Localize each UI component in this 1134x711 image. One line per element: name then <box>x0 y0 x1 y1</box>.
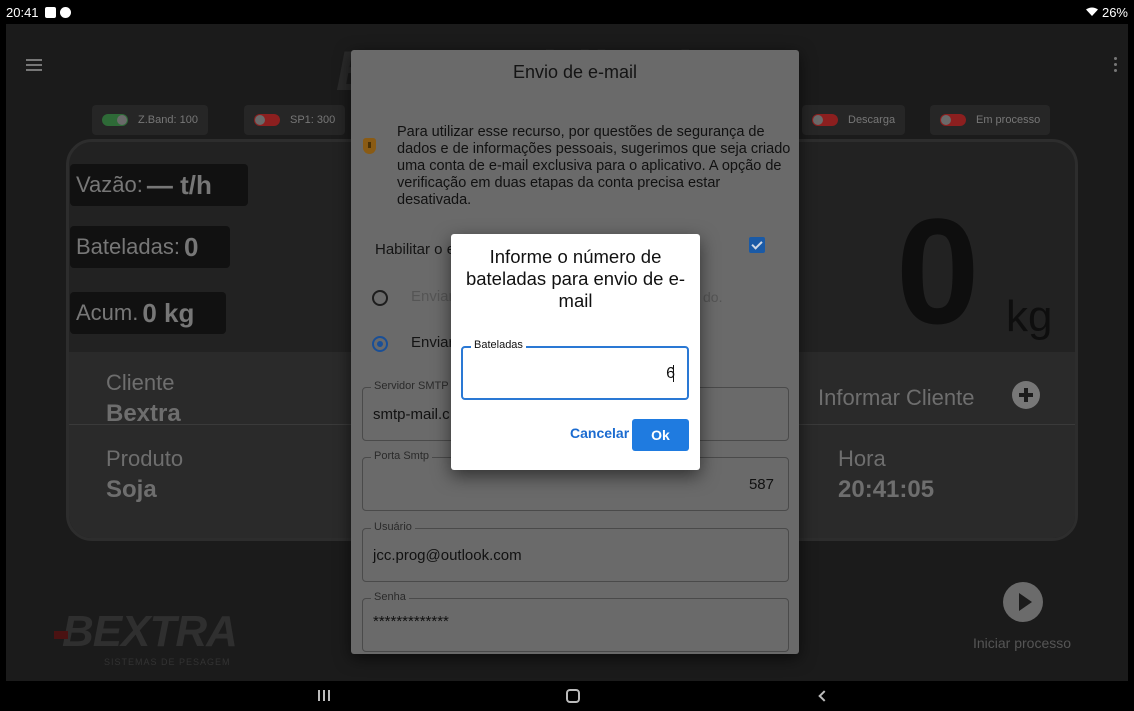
toggle-em-processo[interactable] <box>940 114 966 126</box>
chip-zband: Z.Band: 100 <box>92 105 208 135</box>
senha-field[interactable]: Senha ************* <box>362 591 789 652</box>
produto-label: Produto <box>106 446 184 471</box>
acum-display: Acum. 0 kg <box>70 292 226 334</box>
ok-button[interactable]: Ok <box>632 419 689 451</box>
app-notification-icon <box>59 6 71 18</box>
email-dialog-title: Envio de e-mail <box>512 62 638 82</box>
battery-level: 26% <box>1101 4 1128 20</box>
more-options-icon[interactable] <box>1114 57 1118 75</box>
radio-option-1-label: Enviar <box>411 288 454 305</box>
security-notice: Para utilizar esse recurso, por questões… <box>397 124 791 208</box>
chip-zband-label: Z.Band: 100 <box>138 114 198 126</box>
hora-value: 20:41:05 <box>838 476 935 503</box>
acum-value: 0 kg <box>142 297 195 328</box>
vazao-label: Vazão: <box>76 172 143 197</box>
bateladas-input[interactable] <box>469 363 675 385</box>
senha-label: Senha <box>371 591 409 603</box>
vazao-value: — t/h <box>146 169 212 200</box>
servidor-smtp-label: Servidor SMTP <box>371 380 452 392</box>
status-bar: 20:41 26% <box>0 0 1134 24</box>
weight-unit: kg <box>1006 292 1053 341</box>
play-icon[interactable] <box>1003 582 1043 622</box>
status-time: 20:41 <box>6 4 39 20</box>
porta-smtp-value: 587 <box>748 476 774 493</box>
back-icon[interactable] <box>818 690 830 702</box>
shield-icon <box>363 138 376 154</box>
usuario-field[interactable]: Usuário jcc.prog@outlook.com <box>362 521 789 582</box>
gallery-notification-icon <box>44 6 56 18</box>
logo-subtitle: SISTEMAS DE PESAGEM <box>104 657 231 667</box>
wifi-icon <box>1085 7 1098 16</box>
acum-label: Acum. <box>76 300 139 325</box>
bateladas-modal: Informe o número de bateladas para envio… <box>451 234 700 470</box>
servidor-smtp-value: smtp-mail.c <box>373 406 450 423</box>
chip-sp1: SP1: 300 <box>244 105 346 135</box>
radio-option-1-tail: do. <box>703 289 723 305</box>
navigation-bar <box>0 681 1134 711</box>
cancel-button[interactable]: Cancelar <box>570 425 629 441</box>
status-right: 26% <box>1085 4 1128 20</box>
bateladas-display: Bateladas: 0 <box>70 226 230 268</box>
bateladas-label: Bateladas: <box>76 234 180 259</box>
add-client-icon[interactable] <box>1012 381 1040 409</box>
habilitar-label: Habilitar o e <box>375 241 456 258</box>
hora-label: Hora <box>838 446 886 471</box>
bateladas-input-label: Bateladas <box>471 339 526 351</box>
chip-descarga-label: Descarga <box>848 114 896 126</box>
bextra-logo: BEXTRA SISTEMAS DE PESAGEM <box>54 607 238 667</box>
informar-cliente-label[interactable]: Informar Cliente <box>818 385 975 411</box>
radio-option-2[interactable] <box>372 336 388 352</box>
usuario-label: Usuário <box>371 521 415 533</box>
bateladas-input-field[interactable]: Bateladas <box>461 339 689 400</box>
toggle-descarga[interactable] <box>812 114 838 126</box>
porta-smtp-label: Porta Smtp <box>371 450 433 462</box>
menu-icon[interactable] <box>26 59 42 71</box>
usuario-value: jcc.prog@outlook.com <box>373 547 522 564</box>
radio-option-1[interactable] <box>372 290 388 306</box>
recents-icon[interactable] <box>318 690 330 701</box>
habilitar-checkbox[interactable] <box>749 237 765 253</box>
logo-text: BEXTRA <box>62 607 238 656</box>
bateladas-value: 0 <box>183 231 199 262</box>
chip-sp1-label: SP1: 300 <box>290 114 336 126</box>
radio-option-2-label: Enviar <box>411 334 454 351</box>
toggle-sp1[interactable] <box>254 114 280 126</box>
toggle-zband[interactable] <box>102 114 128 126</box>
cliente-value: Bextra <box>106 400 181 427</box>
weight-value: 0 <box>896 187 980 355</box>
senha-value: ************* <box>373 613 449 630</box>
chip-descarga: Descarga <box>802 105 906 135</box>
cliente-label: Cliente <box>106 370 175 395</box>
text-caret <box>673 365 674 382</box>
modal-title: Informe o número de bateladas para envio… <box>465 246 686 311</box>
vazao-display: Vazão: — t/h <box>70 164 248 206</box>
chip-em-processo: Em processo <box>930 105 1051 135</box>
home-icon[interactable] <box>566 689 580 703</box>
chip-em-processo-label: Em processo <box>976 114 1041 126</box>
iniciar-processo-label[interactable]: Iniciar processo <box>973 635 1071 651</box>
produto-value: Soja <box>106 476 157 503</box>
